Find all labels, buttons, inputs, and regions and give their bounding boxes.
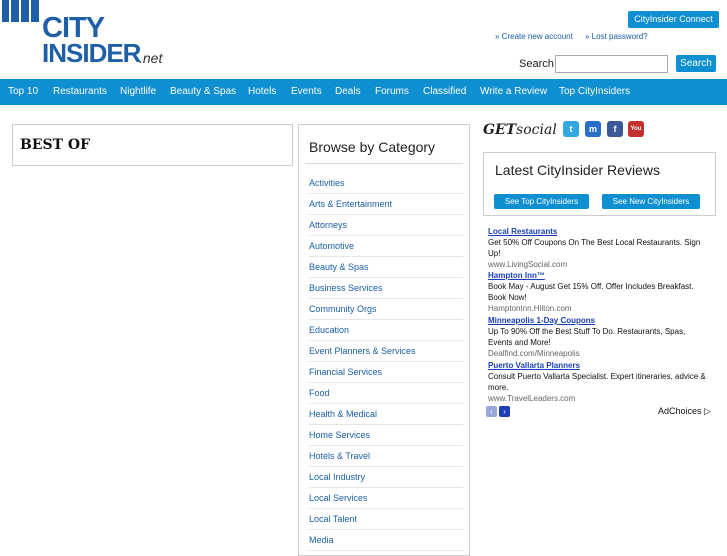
see-top-cityinsiders-button[interactable]: See Top CityInsiders — [494, 194, 589, 209]
nav-nightlife[interactable]: Nightlife — [120, 79, 156, 105]
ad-headline[interactable]: Local Restaurants — [488, 226, 710, 237]
ad-description: Book May - August Get 15% Off. Offer Inc… — [488, 282, 694, 302]
nav-top-10[interactable]: Top 10 — [8, 79, 38, 105]
category-link[interactable]: Arts & Entertainment — [309, 194, 463, 215]
nav-classified[interactable]: Classified — [423, 79, 466, 105]
ad-headline[interactable]: Puerto Vallarta Planners — [488, 360, 710, 371]
category-link[interactable]: Automotive — [309, 236, 463, 257]
main-nav: Top 10 Restaurants Nightlife Beauty & Sp… — [0, 79, 727, 105]
youtube-icon[interactable]: You — [628, 121, 644, 137]
search-label: Search — [519, 58, 554, 70]
ad-headline[interactable]: Hampton Inn™ — [488, 270, 710, 281]
ad-description: Consult Puerto Vallarta Specialist. Expe… — [488, 372, 706, 392]
category-link[interactable]: Business Services — [309, 278, 463, 299]
category-link[interactable]: Local Talent — [309, 509, 463, 530]
logo-word-insider: INSIDER — [42, 38, 141, 68]
category-link[interactable]: Hotels & Travel — [309, 446, 463, 467]
ad-url[interactable]: Dealfind.com/Minneapolis — [488, 348, 710, 359]
nav-top-cityinsiders[interactable]: Top CityInsiders — [559, 79, 630, 105]
ad-item: Minneapolis 1-Day Coupons Up To 90% Off … — [488, 315, 710, 359]
category-link[interactable]: Home Services — [309, 425, 463, 446]
ad-next-icon[interactable]: › — [499, 406, 510, 417]
logo-suffix: .net — [139, 50, 163, 66]
ad-item: Local Restaurants Get 50% Off Coupons On… — [488, 226, 710, 270]
category-link[interactable]: Financial Services — [309, 362, 463, 383]
category-link[interactable]: Media — [309, 530, 463, 551]
category-link[interactable]: Local Industry — [309, 467, 463, 488]
nav-restaurants[interactable]: Restaurants — [53, 79, 107, 105]
latest-reviews-title: Latest CityInsider Reviews — [495, 162, 660, 178]
ad-item: Hampton Inn™ Book May - August Get 15% O… — [488, 270, 710, 314]
ad-url[interactable]: HamptonInn.Hilton.com — [488, 303, 710, 314]
best-of-panel: BEST OF — [12, 124, 293, 166]
create-account-link[interactable]: » Create new account — [495, 32, 573, 41]
myspace-icon[interactable]: m — [585, 121, 601, 137]
facebook-icon[interactable]: f — [607, 121, 623, 137]
cityinsider-connect-button[interactable]: CityInsider Connect — [628, 11, 719, 28]
get-social-label: GETsocial — [483, 122, 557, 138]
ad-description: Up To 90% Off the Best Stuff To Do. Rest… — [488, 327, 686, 347]
nav-beauty-spas[interactable]: Beauty & Spas — [170, 79, 236, 105]
search-button[interactable]: Search — [676, 55, 716, 72]
category-link[interactable]: Education — [309, 320, 463, 341]
category-link[interactable]: Event Planners & Services — [309, 341, 463, 362]
ad-description: Get 50% Off Coupons On The Best Local Re… — [488, 238, 701, 258]
browse-title: Browse by Category — [309, 139, 436, 155]
site-logo[interactable]: CITY INSIDER .net — [0, 0, 170, 68]
search-input[interactable] — [555, 55, 668, 73]
adchoices-link[interactable]: AdChoices ▷ — [658, 406, 711, 417]
ad-item: Puerto Vallarta Planners Consult Puerto … — [488, 360, 710, 404]
twitter-icon[interactable]: t — [563, 121, 579, 137]
nav-deals[interactable]: Deals — [335, 79, 361, 105]
ad-headline[interactable]: Minneapolis 1-Day Coupons — [488, 315, 710, 326]
category-link[interactable]: Community Orgs — [309, 299, 463, 320]
ad-url[interactable]: www.LivingSocial.com — [488, 259, 710, 270]
browse-divider — [305, 163, 463, 164]
category-link[interactable]: Beauty & Spas — [309, 257, 463, 278]
see-new-cityinsiders-button[interactable]: See New CityInsiders — [602, 194, 700, 209]
nav-write-review[interactable]: Write a Review — [480, 79, 547, 105]
nav-forums[interactable]: Forums — [375, 79, 409, 105]
browse-category-panel: Browse by Category Activities Arts & Ent… — [298, 124, 470, 556]
nav-hotels[interactable]: Hotels — [248, 79, 276, 105]
ad-prev-icon[interactable]: ‹ — [486, 406, 497, 417]
best-of-title: BEST OF — [20, 137, 91, 153]
category-link[interactable]: Activities — [309, 173, 463, 194]
nav-events[interactable]: Events — [291, 79, 322, 105]
category-link[interactable]: Attorneys — [309, 215, 463, 236]
ads-block: Local Restaurants Get 50% Off Coupons On… — [483, 222, 714, 418]
category-link[interactable]: Local Services — [309, 488, 463, 509]
lost-password-link[interactable]: » Lost password? — [585, 32, 648, 41]
ad-url[interactable]: www.TravelLeaders.com — [488, 393, 710, 404]
category-link[interactable]: Health & Medical — [309, 404, 463, 425]
category-link[interactable]: Food — [309, 383, 463, 404]
